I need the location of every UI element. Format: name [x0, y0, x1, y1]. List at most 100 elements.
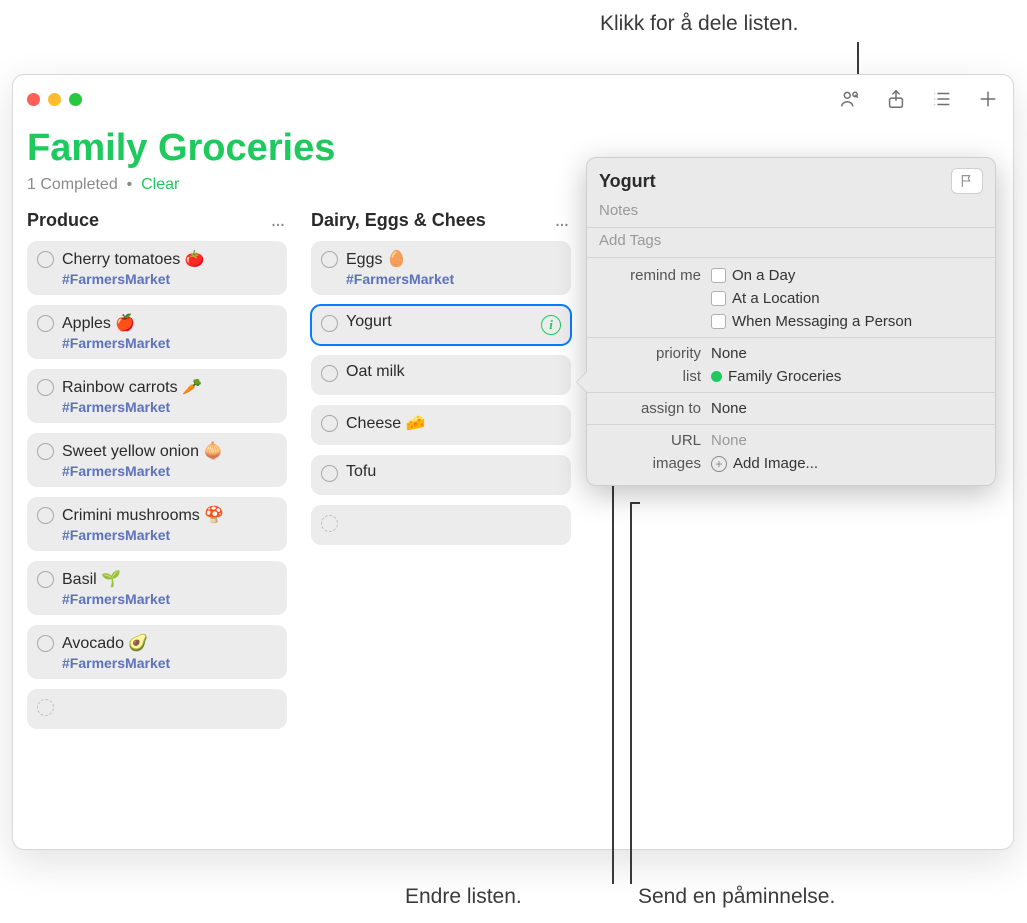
- complete-toggle[interactable]: [321, 465, 338, 482]
- add-image-icon: +: [711, 456, 727, 472]
- list-value[interactable]: Family Groceries: [711, 368, 983, 385]
- images-label: images: [599, 455, 711, 472]
- column-more-button[interactable]: …: [555, 213, 571, 229]
- reminder-card-selected[interactable]: Yogurt i: [311, 305, 571, 345]
- images-row[interactable]: images + Add Image...: [587, 452, 995, 475]
- complete-toggle[interactable]: [37, 251, 54, 268]
- assign-row[interactable]: assign to None: [587, 397, 995, 420]
- complete-toggle[interactable]: [37, 379, 54, 396]
- priority-value[interactable]: None: [711, 345, 983, 362]
- remind-row: At a Location: [587, 287, 995, 310]
- add-icon[interactable]: [977, 88, 999, 110]
- complete-toggle[interactable]: [321, 251, 338, 268]
- url-value[interactable]: None: [711, 432, 983, 449]
- remind-option-label: When Messaging a Person: [732, 313, 912, 330]
- column-produce: Produce … Cherry tomatoes 🍅 #FarmersMark…: [27, 210, 287, 739]
- reminder-tag[interactable]: #FarmersMarket: [62, 335, 277, 351]
- reminder-card[interactable]: Cherry tomatoes 🍅 #FarmersMarket: [27, 241, 287, 295]
- remind-day-checkbox[interactable]: [711, 268, 726, 283]
- reminder-card[interactable]: Cheese 🧀: [311, 405, 571, 445]
- reminder-title: Cherry tomatoes 🍅: [62, 249, 277, 269]
- remind-location-checkbox[interactable]: [711, 291, 726, 306]
- close-window-button[interactable]: [27, 93, 40, 106]
- complete-toggle[interactable]: [321, 365, 338, 382]
- reminder-tag[interactable]: #FarmersMarket: [62, 399, 277, 415]
- reminder-card[interactable]: Rainbow carrots 🥕 #FarmersMarket: [27, 369, 287, 423]
- reminder-title: Eggs 🥚: [346, 249, 561, 269]
- complete-toggle[interactable]: [37, 571, 54, 588]
- reminder-card[interactable]: Avocado 🥑 #FarmersMarket: [27, 625, 287, 679]
- column-header: Produce …: [27, 210, 287, 231]
- window-controls: [27, 93, 82, 106]
- column-title: Produce: [27, 210, 99, 231]
- reminder-card[interactable]: Crimini mushrooms 🍄 #FarmersMarket: [27, 497, 287, 551]
- reminder-title: Basil 🌱: [62, 569, 277, 589]
- remind-option-row[interactable]: When Messaging a Person: [711, 313, 983, 330]
- remind-option-label: At a Location: [732, 290, 820, 307]
- reminder-title: Cheese 🧀: [346, 413, 561, 433]
- complete-toggle[interactable]: [37, 507, 54, 524]
- complete-toggle[interactable]: [37, 315, 54, 332]
- remind-label: remind me: [599, 267, 711, 284]
- priority-row[interactable]: priority None: [587, 342, 995, 365]
- clear-button[interactable]: Clear: [141, 176, 179, 193]
- column-more-button[interactable]: …: [271, 213, 287, 229]
- flag-button[interactable]: [951, 168, 983, 194]
- reminder-title: Oat milk: [346, 363, 561, 381]
- fullscreen-window-button[interactable]: [69, 93, 82, 106]
- complete-toggle[interactable]: [321, 315, 338, 332]
- reminder-tag[interactable]: #FarmersMarket: [62, 271, 277, 287]
- view-icon[interactable]: [931, 88, 953, 110]
- tags-field[interactable]: Add Tags: [587, 227, 995, 257]
- reminder-card[interactable]: Tofu: [311, 455, 571, 495]
- reminder-tag[interactable]: #FarmersMarket: [62, 527, 277, 543]
- list-row[interactable]: list Family Groceries: [587, 365, 995, 388]
- remind-option-row[interactable]: On a Day: [711, 267, 983, 284]
- remind-row: remind me On a Day: [587, 264, 995, 287]
- reminder-card[interactable]: Apples 🍎 #FarmersMarket: [27, 305, 287, 359]
- reminder-title: Tofu: [346, 463, 561, 481]
- reminder-tag[interactable]: #FarmersMarket: [62, 463, 277, 479]
- complete-toggle[interactable]: [321, 415, 338, 432]
- completed-count: 1 Completed: [27, 176, 118, 193]
- remind-row: When Messaging a Person: [587, 310, 995, 333]
- callout-share-line: [857, 42, 859, 75]
- reminder-card[interactable]: Eggs 🥚 #FarmersMarket: [311, 241, 571, 295]
- remind-messaging-checkbox[interactable]: [711, 314, 726, 329]
- flag-icon: [959, 173, 975, 189]
- callout-list-label: Endre listen.: [405, 885, 522, 909]
- reminder-card[interactable]: Basil 🌱 #FarmersMarket: [27, 561, 287, 615]
- assign-label: assign to: [599, 400, 711, 417]
- reminder-title: Avocado 🥑: [62, 633, 277, 653]
- reminder-tag[interactable]: #FarmersMarket: [62, 591, 277, 607]
- reminder-title: Crimini mushrooms 🍄: [62, 505, 277, 525]
- info-button[interactable]: i: [541, 315, 561, 335]
- reminder-tag[interactable]: #FarmersMarket: [62, 655, 277, 671]
- new-reminder-icon: [321, 515, 338, 532]
- list-color-dot: [711, 371, 722, 382]
- notes-field[interactable]: Notes: [587, 198, 995, 227]
- column-title: Dairy, Eggs & Chees: [311, 210, 486, 231]
- column-dairy: Dairy, Eggs & Chees … Eggs 🥚 #FarmersMar…: [311, 210, 571, 739]
- collaborate-icon[interactable]: [839, 88, 861, 110]
- minimize-window-button[interactable]: [48, 93, 61, 106]
- new-reminder-placeholder[interactable]: [311, 505, 571, 545]
- reminder-tag[interactable]: #FarmersMarket: [346, 271, 561, 287]
- remind-option-label: On a Day: [732, 267, 795, 284]
- reminder-card[interactable]: Sweet yellow onion 🧅 #FarmersMarket: [27, 433, 287, 487]
- images-value[interactable]: + Add Image...: [711, 455, 983, 472]
- new-reminder-placeholder[interactable]: [27, 689, 287, 729]
- reminder-card[interactable]: Oat milk: [311, 355, 571, 395]
- complete-toggle[interactable]: [37, 635, 54, 652]
- url-row[interactable]: URL None: [587, 429, 995, 452]
- callout-list-line: [612, 460, 614, 884]
- remind-option-row[interactable]: At a Location: [711, 290, 983, 307]
- popover-header: Yogurt: [587, 158, 995, 198]
- callout-assign-label: Send en påminnelse.: [638, 885, 835, 909]
- column-header: Dairy, Eggs & Chees …: [311, 210, 571, 231]
- assign-value[interactable]: None: [711, 400, 983, 417]
- share-icon[interactable]: [885, 88, 907, 110]
- titlebar: [13, 75, 1013, 123]
- popover-title: Yogurt: [599, 171, 656, 192]
- complete-toggle[interactable]: [37, 443, 54, 460]
